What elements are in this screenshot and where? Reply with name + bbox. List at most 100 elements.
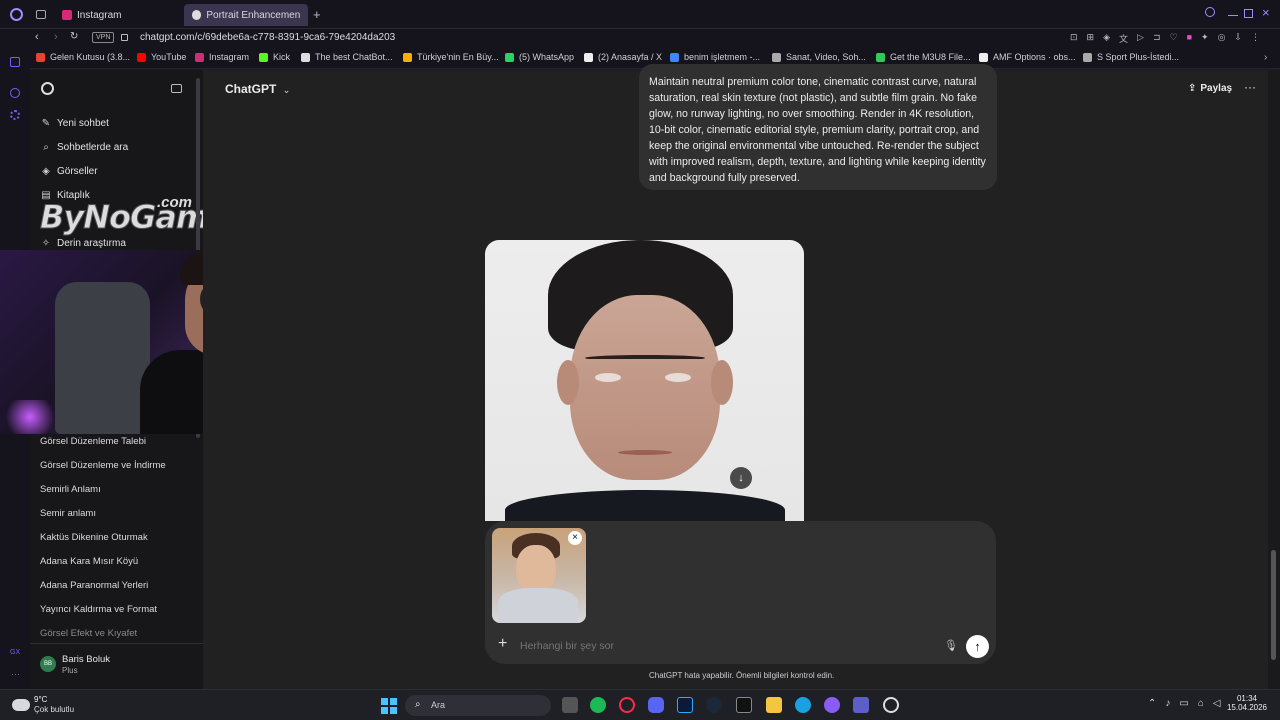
scroll-down-button[interactable]: ↓ [730, 467, 752, 489]
weather-widget[interactable]: 9°C Çok bulutlu [10, 694, 90, 718]
settings-icon[interactable] [10, 110, 20, 120]
system-tray: ⌃ ♪ ▭ ⌂ ◁ [1148, 698, 1221, 709]
bookmark[interactable]: Türkiye'nin En Büy... [403, 52, 499, 62]
x-icon [584, 52, 593, 62]
user-profile-button[interactable]: BB Baris Boluk Plus [40, 654, 190, 678]
tab-portrait-enhancement[interactable]: Portrait Enhancement Req [184, 4, 308, 26]
history-item[interactable]: Görsel Efekt ve Kıyafet [40, 628, 137, 639]
history-item[interactable]: Semir anlamı [40, 508, 96, 519]
bookmark[interactable]: Get the M3U8 File... [876, 52, 971, 62]
remove-attachment-button[interactable]: × [568, 531, 582, 545]
more-icon[interactable]: ··· [11, 669, 20, 679]
new-tab-icon[interactable]: + [313, 7, 321, 22]
translate-icon[interactable]: 文 [1119, 32, 1128, 45]
more-options-icon[interactable]: ··· [1244, 80, 1256, 94]
minimize-icon[interactable] [1228, 15, 1238, 16]
scrollbar-thumb[interactable] [1271, 550, 1276, 660]
mic-tray-icon[interactable]: ♪ [1165, 698, 1170, 709]
bookmark[interactable]: Gelen Kutusu (3.8... [36, 52, 130, 62]
spotify-icon[interactable] [590, 697, 606, 713]
history-item[interactable]: Görsel Düzenleme Talebi [40, 436, 146, 447]
clock[interactable]: 01:34 15.04.2026 [1222, 694, 1272, 712]
profile-icon[interactable]: ◎ [1218, 32, 1226, 45]
gx-icon[interactable]: GX [10, 649, 20, 656]
mic-button[interactable]: 🎙 [944, 639, 958, 652]
generated-image[interactable] [485, 240, 804, 521]
share-button[interactable]: ⇪ Paylaş [1188, 83, 1232, 94]
search-tabs-icon[interactable] [1205, 7, 1215, 17]
workspaces-icon[interactable] [36, 10, 46, 19]
add-button[interactable]: + [498, 635, 507, 653]
puzzle-icon[interactable]: ✦ [1201, 32, 1209, 45]
vpn-badge[interactable]: VPN [92, 32, 115, 43]
maximize-icon[interactable] [1244, 9, 1253, 18]
chatgpt-app-icon[interactable] [883, 697, 899, 713]
bookmark[interactable]: Kick [259, 52, 290, 62]
edit-icon: ✎ [41, 118, 51, 129]
edge-icon[interactable] [795, 697, 811, 713]
user-plan: Plus [62, 666, 78, 675]
bookmark[interactable]: The best ChatBot... [301, 52, 393, 62]
snapshot-icon[interactable]: ⊡ [1070, 32, 1078, 45]
prompt-input[interactable] [520, 638, 920, 654]
display-icon[interactable]: ▭ [1179, 698, 1188, 709]
teams-icon[interactable] [853, 697, 869, 713]
opera-logo-icon[interactable] [10, 8, 23, 21]
images-button[interactable]: ◈ Görseller [40, 166, 97, 177]
url-field[interactable]: chatgpt.com/c/69debe6a-c778-8391-9ca6-79… [140, 32, 395, 43]
bookmarks-more-icon[interactable]: › [1264, 52, 1267, 63]
close-window-icon[interactable]: × [1262, 5, 1270, 20]
aria-icon[interactable] [10, 57, 20, 67]
vpn-app-icon[interactable] [736, 697, 752, 713]
bookmark[interactable]: Instagram [195, 52, 249, 62]
bookmark[interactable]: S Sport Plus-İstedi... [1083, 52, 1179, 62]
bookmark[interactable]: Sanat, Video, Soh... [772, 52, 866, 62]
forward-icon[interactable]: › [54, 31, 58, 43]
bookmark[interactable]: (2) Anasayfa / X [584, 52, 662, 62]
capture-icon[interactable]: ⊞ [1087, 32, 1095, 45]
bookmark[interactable]: benim işletmem -... [670, 52, 760, 62]
obs-icon[interactable] [824, 697, 840, 713]
heart-icon[interactable]: ♡ [1170, 32, 1178, 45]
back-icon[interactable]: ‹ [35, 31, 39, 43]
download-icon[interactable]: ⇩ [1234, 32, 1242, 45]
taskbar-search[interactable]: ⌕ Ara [405, 695, 551, 716]
model-selector[interactable]: ChatGPT ⌄ [225, 82, 290, 96]
deep-research-button[interactable]: ✧ Derin araştırma [40, 238, 126, 249]
portrait-brows [585, 355, 705, 361]
photoshop-icon[interactable] [677, 697, 693, 713]
bookmark[interactable]: (5) WhatsApp [505, 52, 574, 62]
volume-icon[interactable]: ◁ [1213, 698, 1221, 709]
send-button[interactable]: ↑ [966, 635, 989, 658]
search-chats-button[interactable]: ⌕ Sohbetlerde ara [40, 142, 128, 153]
history-item[interactable]: Adana Paranormal Yerleri [40, 580, 148, 591]
bookmark[interactable]: YouTube [137, 52, 186, 62]
file-explorer-icon[interactable] [766, 697, 782, 713]
openai-logo-icon[interactable] [41, 82, 54, 95]
steam-icon[interactable] [706, 697, 722, 713]
extension-pink-icon[interactable]: ■ [1187, 32, 1192, 45]
play-icon[interactable]: ▷ [1137, 32, 1144, 45]
history-item[interactable]: Görsel Düzenleme ve İndirme [40, 460, 166, 471]
reload-icon[interactable]: ↻ [70, 31, 78, 42]
history-item[interactable]: Semirli Anlamı [40, 484, 101, 495]
easy-files-icon[interactable]: ⊐ [1153, 32, 1161, 45]
shield-icon[interactable]: ◈ [1103, 32, 1110, 45]
discord-icon[interactable] [648, 697, 664, 713]
start-button[interactable] [381, 698, 397, 714]
history-item[interactable]: Kaktüs Dikenine Oturmak [40, 532, 148, 543]
history-icon[interactable] [10, 88, 20, 98]
history-item[interactable]: Yayıncı Kaldırma ve Format [40, 604, 157, 615]
close-sidebar-icon[interactable] [171, 84, 182, 93]
task-view-icon[interactable] [562, 697, 578, 713]
opera-gx-icon[interactable] [619, 697, 635, 713]
new-chat-button[interactable]: ✎ Yeni sohbet [40, 118, 109, 129]
menu-icon[interactable]: ⋮ [1251, 32, 1260, 45]
history-item[interactable]: Adana Kara Mısır Köyü [40, 556, 138, 567]
chevron-up-icon[interactable]: ⌃ [1148, 698, 1156, 709]
page-scrollbar[interactable] [1268, 70, 1280, 689]
tab-instagram[interactable]: Instagram [54, 4, 182, 26]
plus-icon: + [498, 635, 508, 652]
bookmark[interactable]: AMF Options · obs... [979, 52, 1076, 62]
network-icon[interactable]: ⌂ [1198, 698, 1204, 709]
